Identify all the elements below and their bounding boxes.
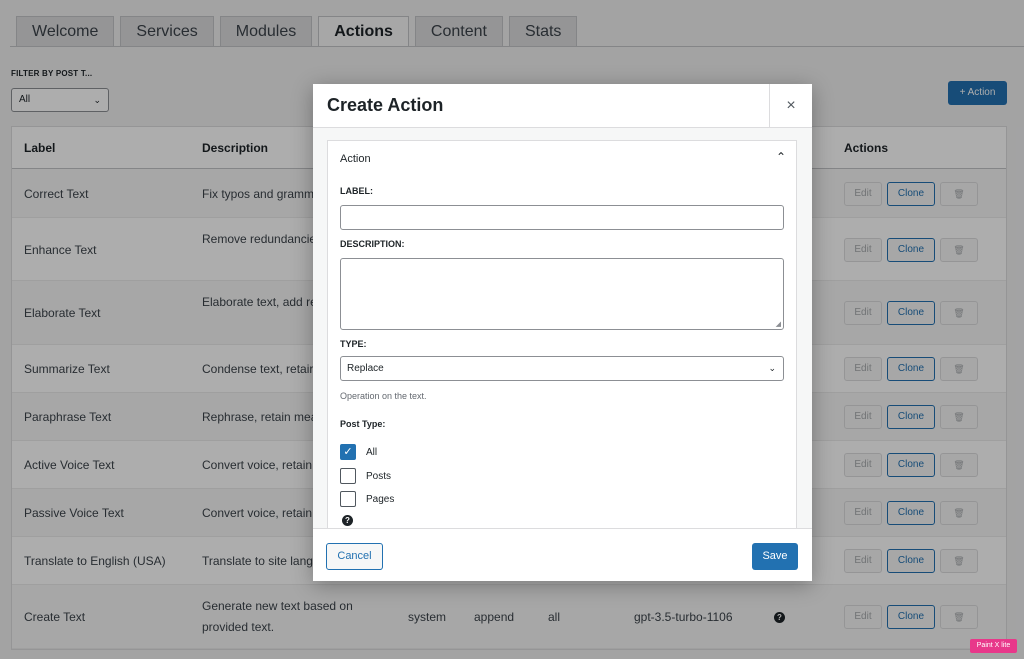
modal-footer: Cancel Save (313, 528, 812, 581)
post-type-option-all[interactable]: ✓ All (340, 444, 377, 460)
option-label: Pages (366, 493, 395, 505)
option-label: Posts (366, 470, 392, 482)
checkbox-checked-icon[interactable]: ✓ (340, 444, 356, 460)
post-type-label: Post Type: (340, 419, 386, 429)
chevron-up-icon[interactable]: ⌃ (776, 150, 786, 164)
type-hint: Operation on the text. (340, 391, 427, 401)
modal-title: Create Action (327, 95, 444, 115)
option-label: All (366, 446, 378, 458)
checkbox-icon[interactable] (340, 468, 356, 484)
cancel-button[interactable]: Cancel (326, 543, 383, 570)
create-action-modal: Create Action × Action ⌃ LABEL: DESCRIPT… (313, 84, 812, 581)
save-button[interactable]: Save (752, 543, 798, 570)
modal-body: Action ⌃ LABEL: DESCRIPTION: ◢ TYPE: Rep… (313, 128, 812, 528)
description-field-label: DESCRIPTION: (340, 239, 405, 249)
label-field-label: LABEL: (340, 186, 373, 196)
help-icon[interactable]: ? (342, 515, 353, 526)
type-select-value: Replace (347, 363, 384, 374)
close-icon[interactable]: × (769, 84, 812, 127)
label-input[interactable] (340, 205, 784, 230)
description-textarea[interactable]: ◢ (340, 258, 784, 330)
post-type-option-posts[interactable]: Posts (340, 468, 391, 484)
watermark-badge: Paint X lite (970, 639, 1017, 653)
checkbox-icon[interactable] (340, 491, 356, 507)
type-select[interactable]: Replace ⌄ (340, 356, 784, 381)
panel-title: Action (340, 153, 371, 165)
resize-grip-icon[interactable]: ◢ (776, 320, 781, 328)
action-panel-header[interactable]: Action ⌃ (328, 141, 796, 177)
post-type-option-pages[interactable]: Pages (340, 491, 394, 507)
modal-header: Create Action × (313, 84, 812, 128)
action-panel: Action ⌃ LABEL: DESCRIPTION: ◢ TYPE: Rep… (327, 140, 797, 528)
chevron-down-icon: ⌄ (768, 363, 776, 373)
type-field-label: TYPE: (340, 339, 367, 349)
